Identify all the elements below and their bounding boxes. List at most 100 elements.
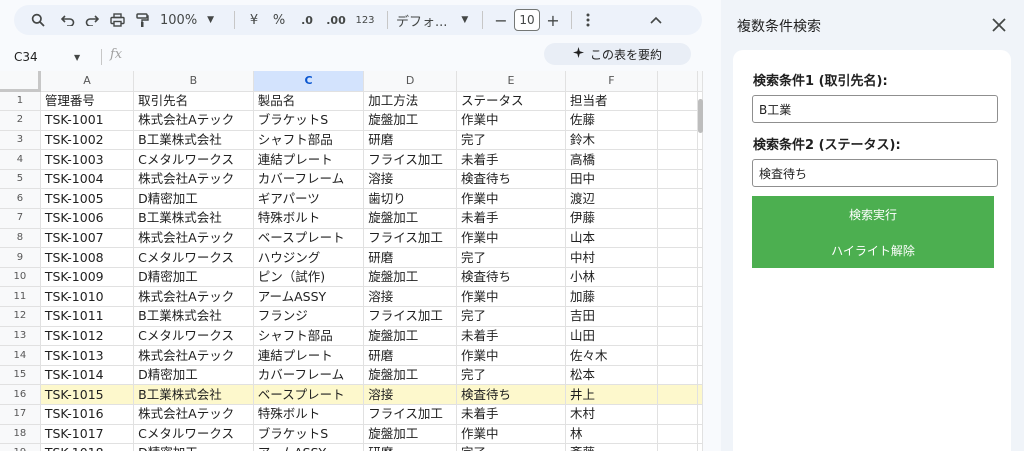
cell-empty[interactable] (657, 384, 699, 405)
cell-a18[interactable]: TSK-1017 (40, 424, 135, 445)
cell-empty[interactable] (657, 365, 699, 386)
spreadsheet-grid[interactable]: ABCDEF 1 管理番号 取引先名 製品名 加工方法 ステータス 担当者 2 TSK-1001… (0, 71, 703, 451)
search-button[interactable]: 検索実行 (752, 196, 994, 232)
cell-e6[interactable]: 作業中 (456, 188, 566, 210)
cell-a13[interactable]: TSK-1012 (40, 326, 135, 347)
cell-d3[interactable]: 研磨 (363, 130, 457, 151)
cell-c16[interactable]: ベースプレート (253, 384, 365, 405)
cell-d17[interactable]: フライス加工 (363, 404, 457, 425)
cell-f8[interactable]: 山本 (565, 228, 658, 249)
cell-c10[interactable]: ピン（試作) (253, 267, 365, 288)
cell-b4[interactable]: Cメタルワークス (133, 149, 254, 170)
cell-f9[interactable]: 中村 (565, 247, 658, 268)
cell-c1[interactable]: 製品名 (253, 91, 365, 112)
cell-d2[interactable]: 旋盤加工 (363, 110, 457, 131)
cell-f5[interactable]: 田中 (565, 169, 658, 190)
cell-empty[interactable] (657, 306, 699, 327)
collapse-menu-icon[interactable] (644, 8, 668, 32)
cell-f3[interactable]: 鈴木 (565, 130, 658, 151)
cell-e5[interactable]: 検査待ち (456, 169, 566, 190)
cell-c15[interactable]: カバーフレーム (253, 365, 365, 386)
cell-f13[interactable]: 山田 (565, 326, 658, 347)
cell-empty[interactable] (657, 286, 699, 308)
column-header-empty[interactable] (697, 71, 703, 92)
cell-e12[interactable]: 完了 (456, 306, 566, 327)
cell-a9[interactable]: TSK-1008 (40, 247, 135, 268)
decrease-font-size-button[interactable]: − (491, 8, 511, 32)
cell-d12[interactable]: フライス加工 (363, 306, 457, 327)
cell-f19[interactable]: 斎藤 (565, 443, 658, 451)
cell-empty[interactable] (657, 110, 699, 131)
row-header[interactable]: 11 (0, 286, 41, 308)
cell-f4[interactable]: 高橋 (565, 149, 658, 170)
zoom-dropdown[interactable]: 100% ▼ (160, 8, 226, 32)
close-icon[interactable] (990, 16, 1008, 34)
cell-e1[interactable]: ステータス (456, 91, 566, 112)
row-header[interactable]: 12 (0, 306, 41, 327)
cell-empty[interactable] (697, 345, 703, 366)
cell-f11[interactable]: 加藤 (565, 286, 658, 308)
column-header-c[interactable]: C (253, 71, 365, 92)
cell-b16[interactable]: B工業株式会社 (133, 384, 254, 405)
column-header-e[interactable]: E (456, 71, 566, 92)
cell-empty[interactable] (657, 91, 699, 112)
cell-c19[interactable]: アームASSY (253, 443, 365, 451)
cell-c14[interactable]: 連結プレート (253, 345, 365, 366)
cell-e11[interactable]: 作業中 (456, 286, 566, 308)
increase-font-size-button[interactable]: + (543, 8, 563, 32)
cell-empty[interactable] (657, 228, 699, 249)
font-family-dropdown[interactable]: デフォ... ▼ (396, 8, 474, 32)
cell-b13[interactable]: Cメタルワークス (133, 326, 254, 347)
cell-f10[interactable]: 小林 (565, 267, 658, 288)
cell-f6[interactable]: 渡辺 (565, 188, 658, 210)
currency-format-button[interactable]: ¥ (243, 8, 265, 32)
cell-b9[interactable]: Cメタルワークス (133, 247, 254, 268)
cell-empty[interactable] (697, 326, 703, 347)
cell-c11[interactable]: アームASSY (253, 286, 365, 308)
cell-empty[interactable] (697, 384, 703, 405)
cell-c8[interactable]: ベースプレート (253, 228, 365, 249)
cell-b6[interactable]: D精密加工 (133, 188, 254, 210)
cell-empty[interactable] (697, 149, 703, 170)
cell-d5[interactable]: 溶接 (363, 169, 457, 190)
row-header[interactable]: 5 (0, 169, 41, 190)
cell-f18[interactable]: 林 (565, 424, 658, 445)
cell-a2[interactable]: TSK-1001 (40, 110, 135, 131)
cell-f16[interactable]: 井上 (565, 384, 658, 405)
cell-b14[interactable]: 株式会社Aテック (133, 345, 254, 366)
cell-a10[interactable]: TSK-1009 (40, 267, 135, 288)
cell-a12[interactable]: TSK-1011 (40, 306, 135, 327)
cell-empty[interactable] (697, 130, 703, 151)
cell-c9[interactable]: ハウジング (253, 247, 365, 268)
cell-empty[interactable] (697, 424, 703, 445)
cell-d13[interactable]: 旋盤加工 (363, 326, 457, 347)
cell-a7[interactable]: TSK-1006 (40, 208, 135, 229)
font-size-field[interactable]: 10 (511, 8, 543, 32)
cell-f15[interactable]: 松本 (565, 365, 658, 386)
row-header[interactable]: 2 (0, 110, 41, 131)
summarize-table-button[interactable]: この表を要約 (544, 43, 691, 65)
column-header-f[interactable]: F (565, 71, 658, 92)
row-header[interactable]: 14 (0, 345, 41, 366)
cell-empty[interactable] (657, 188, 699, 210)
column-header-b[interactable]: B (133, 71, 254, 92)
cell-e2[interactable]: 作業中 (456, 110, 566, 131)
cell-d6[interactable]: 歯切り (363, 188, 457, 210)
cell-c5[interactable]: カバーフレーム (253, 169, 365, 190)
cell-a4[interactable]: TSK-1003 (40, 149, 135, 170)
row-header[interactable]: 16 (0, 384, 41, 405)
column-header-empty[interactable] (657, 71, 699, 92)
cell-e10[interactable]: 検査待ち (456, 267, 566, 288)
increase-decimal-button[interactable]: .00 (321, 8, 351, 32)
cell-c12[interactable]: フランジ (253, 306, 365, 327)
cell-d18[interactable]: 旋盤加工 (363, 424, 457, 445)
search-icon[interactable] (28, 8, 48, 32)
row-header[interactable]: 1 (0, 91, 41, 112)
cell-e7[interactable]: 未着手 (456, 208, 566, 229)
cell-f17[interactable]: 木村 (565, 404, 658, 425)
cell-b2[interactable]: 株式会社Aテック (133, 110, 254, 131)
cell-empty[interactable] (657, 404, 699, 425)
cell-c18[interactable]: ブラケットS (253, 424, 365, 445)
undo-icon[interactable] (56, 8, 80, 32)
condition2-input[interactable]: 検査待ち (752, 159, 998, 187)
